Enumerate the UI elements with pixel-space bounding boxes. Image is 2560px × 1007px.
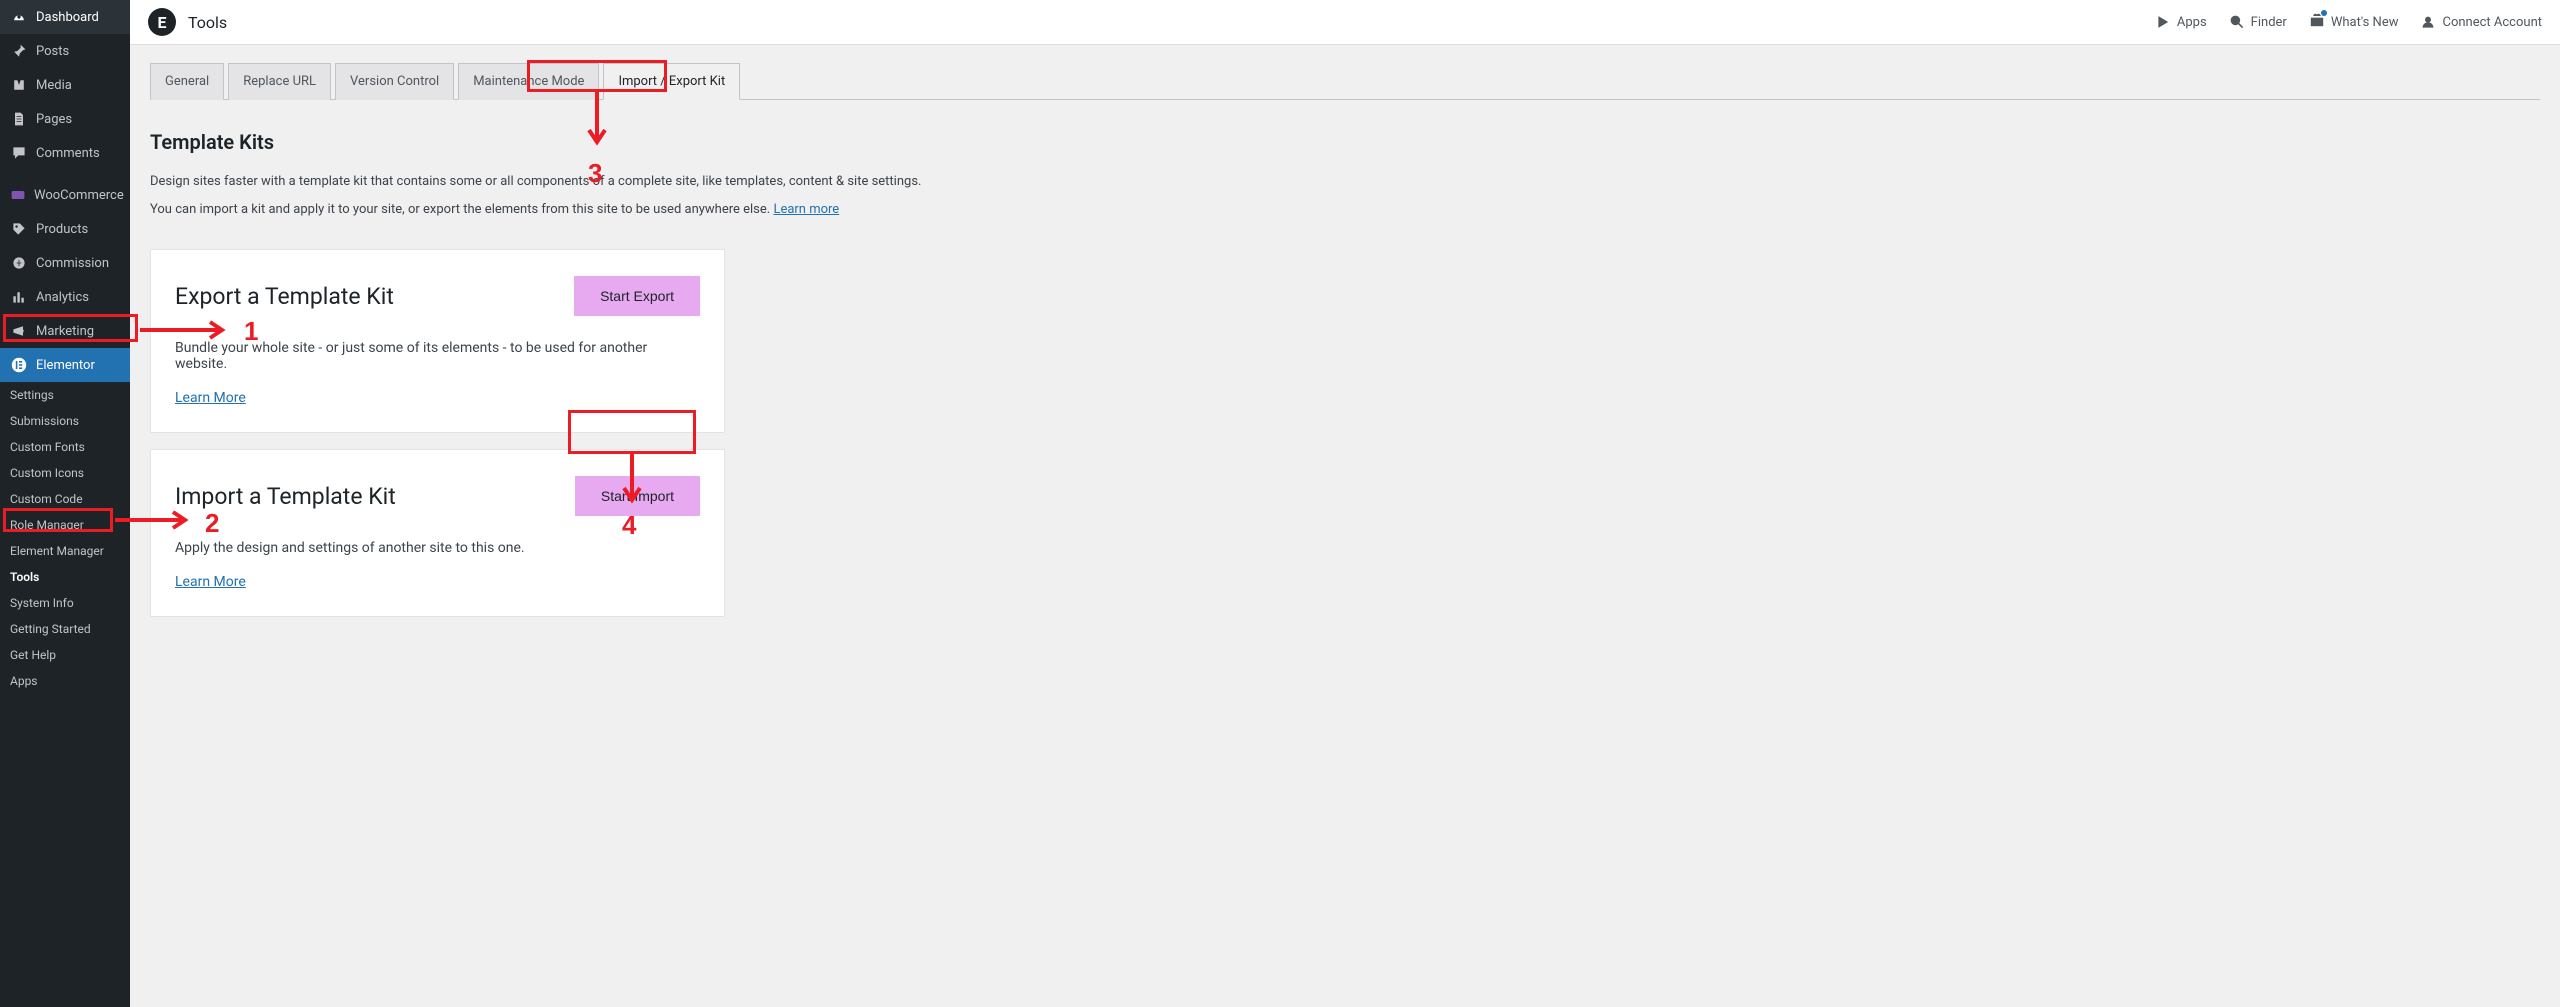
gift-icon (2309, 12, 2325, 28)
page-title: Tools (188, 13, 227, 32)
sidebar-item-pages[interactable]: Pages (0, 102, 130, 136)
sidebar-item-dashboard[interactable]: Dashboard (0, 0, 130, 34)
sidebar-item-comments[interactable]: Comments (0, 136, 130, 170)
sidebar-subitem-get-help[interactable]: Get Help (0, 642, 130, 668)
sidebar-subitem-element-manager[interactable]: Element Manager (0, 538, 130, 564)
sidebar-item-label: WooCommerce (34, 188, 124, 203)
main-content: E Tools Apps Finder What's New Connect A… (130, 0, 2560, 1007)
import-card: Import a Template Kit Start Import Apply… (150, 449, 725, 617)
tabs-nav: General Replace URL Version Control Main… (150, 63, 2540, 100)
sidebar-subitem-tools[interactable]: Tools (0, 564, 130, 590)
topbar: E Tools Apps Finder What's New Connect A… (130, 0, 2560, 45)
commission-icon (10, 254, 28, 272)
admin-sidebar: Dashboard Posts Media Pages Comments Woo… (0, 0, 130, 1007)
sidebar-item-label: Marketing (36, 324, 94, 339)
play-icon (2155, 14, 2171, 30)
tab-general[interactable]: General (150, 63, 224, 100)
export-card-desc: Bundle your whole site - or just some of… (175, 340, 700, 372)
sidebar-item-label: Dashboard (36, 10, 99, 25)
start-import-button[interactable]: Start Import (575, 476, 700, 516)
sidebar-item-label: Analytics (36, 290, 89, 305)
sidebar-subitem-custom-fonts[interactable]: Custom Fonts (0, 434, 130, 460)
export-learn-more-link[interactable]: Learn More (175, 390, 246, 406)
tab-version-control[interactable]: Version Control (335, 63, 454, 100)
comments-icon (10, 144, 28, 162)
export-card-title: Export a Template Kit (175, 283, 394, 310)
intro-text-2: You can import a kit and apply it to you… (150, 200, 970, 220)
section-heading: Template Kits (150, 130, 2540, 154)
sidebar-item-label: Posts (36, 44, 69, 59)
import-card-title: Import a Template Kit (175, 483, 396, 510)
elementor-logo-icon: E (148, 8, 176, 36)
user-icon (2420, 14, 2436, 30)
sidebar-item-posts[interactable]: Posts (0, 34, 130, 68)
topbar-item-label: Connect Account (2442, 15, 2542, 30)
sidebar-subitem-settings[interactable]: Settings (0, 382, 130, 408)
search-icon (2229, 14, 2245, 30)
sidebar-item-elementor[interactable]: Elementor (0, 348, 130, 382)
sidebar-item-label: Pages (36, 112, 72, 127)
sidebar-item-label: Comments (36, 146, 100, 161)
woo-icon (10, 186, 26, 204)
learn-more-link[interactable]: Learn more (773, 202, 839, 217)
sidebar-item-label: Products (36, 222, 88, 237)
sidebar-item-label: Commission (36, 256, 109, 271)
sidebar-subitem-custom-icons[interactable]: Custom Icons (0, 460, 130, 486)
analytics-icon (10, 288, 28, 306)
topbar-whats-new[interactable]: What's New (2309, 12, 2399, 32)
sidebar-item-label: Elementor (36, 358, 95, 373)
pages-icon (10, 110, 28, 128)
topbar-apps[interactable]: Apps (2155, 14, 2207, 30)
intro-text-1: Design sites faster with a template kit … (150, 172, 970, 192)
sidebar-item-products[interactable]: Products (0, 212, 130, 246)
tab-replace-url[interactable]: Replace URL (228, 63, 331, 100)
sidebar-item-marketing[interactable]: Marketing (0, 314, 130, 348)
sidebar-subitem-role-manager[interactable]: Role Manager (0, 512, 130, 538)
topbar-item-label: What's New (2331, 15, 2399, 30)
sidebar-item-media[interactable]: Media (0, 68, 130, 102)
import-learn-more-link[interactable]: Learn More (175, 574, 246, 590)
tab-import-export-kit[interactable]: Import / Export Kit (603, 63, 740, 100)
sidebar-item-woocommerce[interactable]: WooCommerce (0, 178, 130, 212)
start-export-button[interactable]: Start Export (574, 276, 700, 316)
sidebar-item-analytics[interactable]: Analytics (0, 280, 130, 314)
topbar-item-label: Apps (2177, 15, 2207, 30)
sidebar-subitem-submissions[interactable]: Submissions (0, 408, 130, 434)
sidebar-subitem-getting-started[interactable]: Getting Started (0, 616, 130, 642)
media-icon (10, 76, 28, 94)
tab-maintenance-mode[interactable]: Maintenance Mode (458, 63, 599, 100)
dashboard-icon (10, 8, 28, 26)
topbar-finder[interactable]: Finder (2229, 14, 2287, 30)
export-card: Export a Template Kit Start Export Bundl… (150, 249, 725, 433)
import-card-desc: Apply the design and settings of another… (175, 540, 700, 556)
sidebar-subitem-system-info[interactable]: System Info (0, 590, 130, 616)
topbar-item-label: Finder (2251, 15, 2287, 30)
sidebar-subitem-apps[interactable]: Apps (0, 668, 130, 694)
products-icon (10, 220, 28, 238)
sidebar-item-label: Media (36, 78, 72, 93)
topbar-connect-account[interactable]: Connect Account (2420, 14, 2542, 30)
sidebar-subitem-custom-code[interactable]: Custom Code (0, 486, 130, 512)
sidebar-item-commission[interactable]: Commission (0, 246, 130, 280)
marketing-icon (10, 322, 28, 340)
elementor-icon (10, 356, 28, 374)
pin-icon (10, 42, 28, 60)
